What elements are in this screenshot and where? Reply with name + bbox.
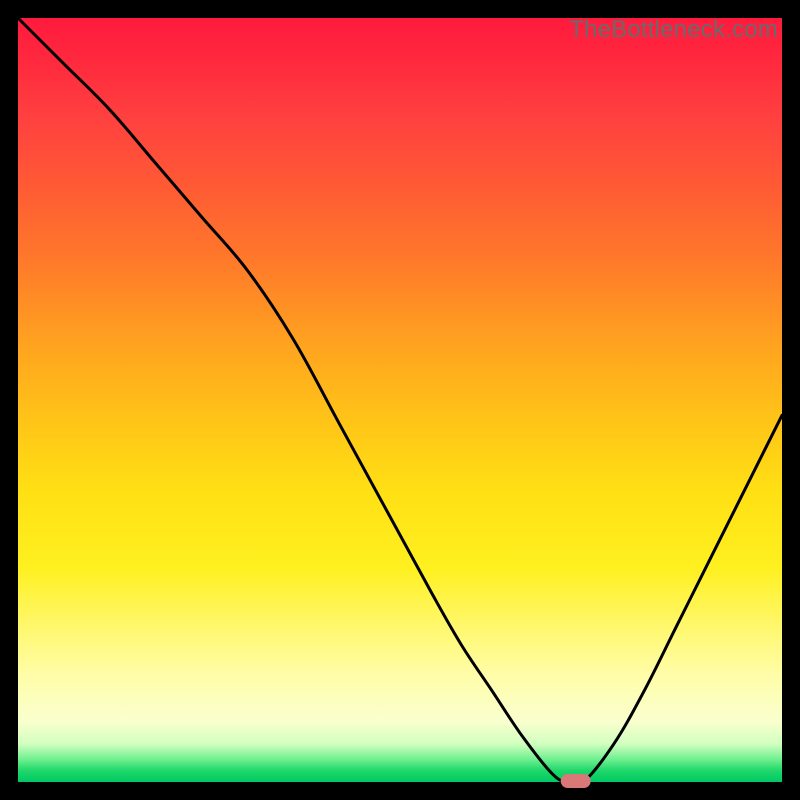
chart-frame: TheBottleneck.com (0, 0, 800, 800)
optimal-point-marker (561, 774, 591, 788)
plot-area: TheBottleneck.com (18, 18, 782, 782)
bottleneck-curve-svg (18, 18, 782, 782)
bottleneck-curve (18, 18, 782, 785)
